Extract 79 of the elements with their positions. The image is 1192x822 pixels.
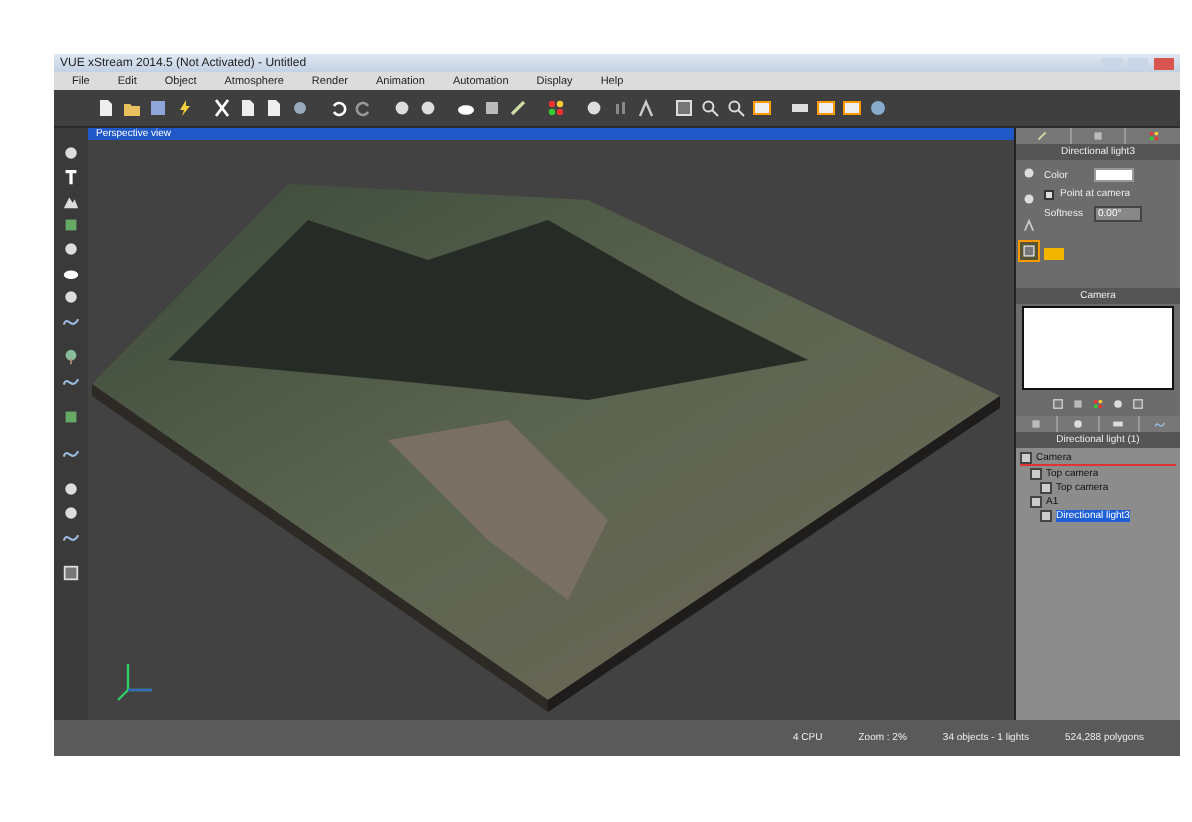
- toolbar-button[interactable]: [698, 96, 722, 120]
- ball-icon: [62, 240, 80, 258]
- scissors-icon: [212, 98, 232, 118]
- lightning-icon: [174, 98, 194, 118]
- toolbar-button[interactable]: [866, 96, 890, 120]
- tool-button[interactable]: [60, 238, 82, 260]
- ball-icon: [584, 98, 604, 118]
- frame-icon: [752, 98, 772, 118]
- doc-icon: [96, 98, 116, 118]
- tool-button[interactable]: [60, 502, 82, 524]
- bars-icon: [610, 98, 630, 118]
- brush-icon: [1034, 130, 1051, 142]
- square-icon: [1022, 244, 1036, 258]
- mountain-icon: [62, 192, 80, 210]
- cube-icon: [62, 216, 80, 234]
- toolbar-button[interactable]: [236, 96, 260, 120]
- toolbar-button[interactable]: [262, 96, 286, 120]
- ball-icon: [1069, 418, 1086, 430]
- box-icon: [482, 98, 502, 118]
- panel-tab[interactable]: [1057, 416, 1097, 432]
- box-icon: [1090, 130, 1106, 142]
- square-icon: [62, 564, 80, 582]
- square-icon: [1132, 398, 1144, 410]
- camera-button[interactable]: [1130, 396, 1146, 412]
- toolbar-button[interactable]: [582, 96, 606, 120]
- light-color-swatch[interactable]: [1044, 248, 1064, 260]
- tool-button[interactable]: [60, 478, 82, 500]
- toolbar-button[interactable]: [506, 96, 530, 120]
- curve-icon: [1152, 418, 1169, 430]
- toolbar-button[interactable]: [416, 96, 440, 120]
- toolbar-button[interactable]: [724, 96, 748, 120]
- brush-icon: [508, 98, 528, 118]
- tool-button[interactable]: [60, 346, 82, 368]
- square-icon: [674, 98, 694, 118]
- checkbox[interactable]: [1044, 189, 1054, 199]
- camera-button[interactable]: [1070, 396, 1086, 412]
- globe-icon: [868, 98, 888, 118]
- text-icon: [62, 168, 80, 186]
- magnifier-icon: [700, 98, 720, 118]
- tool-button[interactable]: [60, 142, 82, 164]
- close-button[interactable]: [1154, 57, 1174, 69]
- camera-button[interactable]: [1090, 396, 1106, 412]
- undo-icon: [328, 98, 348, 118]
- toolbar-button[interactable]: [146, 96, 170, 120]
- toolbar-button[interactable]: [210, 96, 234, 120]
- dots-icon: [1092, 398, 1104, 410]
- panel-tab[interactable]: [1099, 416, 1139, 432]
- ball-icon: [62, 288, 80, 306]
- tool-button[interactable]: [60, 286, 82, 308]
- panel-tab[interactable]: [1126, 128, 1181, 144]
- tool-button[interactable]: [60, 562, 82, 584]
- cube-icon: [62, 408, 80, 426]
- camera-button[interactable]: [1050, 396, 1066, 412]
- axis-gizmo-icon: [116, 662, 154, 702]
- toolbar-button[interactable]: [672, 96, 696, 120]
- redo-icon: [354, 98, 374, 118]
- camera-button[interactable]: [1110, 396, 1126, 412]
- tree-icon: [62, 348, 80, 366]
- toolbar-button[interactable]: [390, 96, 414, 120]
- toolbar-button[interactable]: [750, 96, 774, 120]
- toolbar-button[interactable]: [94, 96, 118, 120]
- toolbar-button[interactable]: [840, 96, 864, 120]
- toolbar-button[interactable]: [544, 96, 568, 120]
- dots-icon: [546, 98, 566, 118]
- dots-icon: [1145, 130, 1162, 142]
- color-swatch[interactable]: [1094, 168, 1134, 182]
- box-icon: [1027, 418, 1044, 430]
- folder-icon: [122, 98, 142, 118]
- toolbar-button[interactable]: [814, 96, 838, 120]
- light-button[interactable]: [1020, 242, 1038, 260]
- box-icon: [1072, 398, 1084, 410]
- square-icon: [1052, 398, 1064, 410]
- ball-icon: [1112, 398, 1124, 410]
- ball-icon: [62, 144, 80, 162]
- tool-button[interactable]: [60, 166, 82, 188]
- toolbar-button[interactable]: [480, 96, 504, 120]
- light-button[interactable]: [1020, 190, 1038, 208]
- magnifier-icon: [726, 98, 746, 118]
- light-button[interactable]: [1020, 164, 1038, 182]
